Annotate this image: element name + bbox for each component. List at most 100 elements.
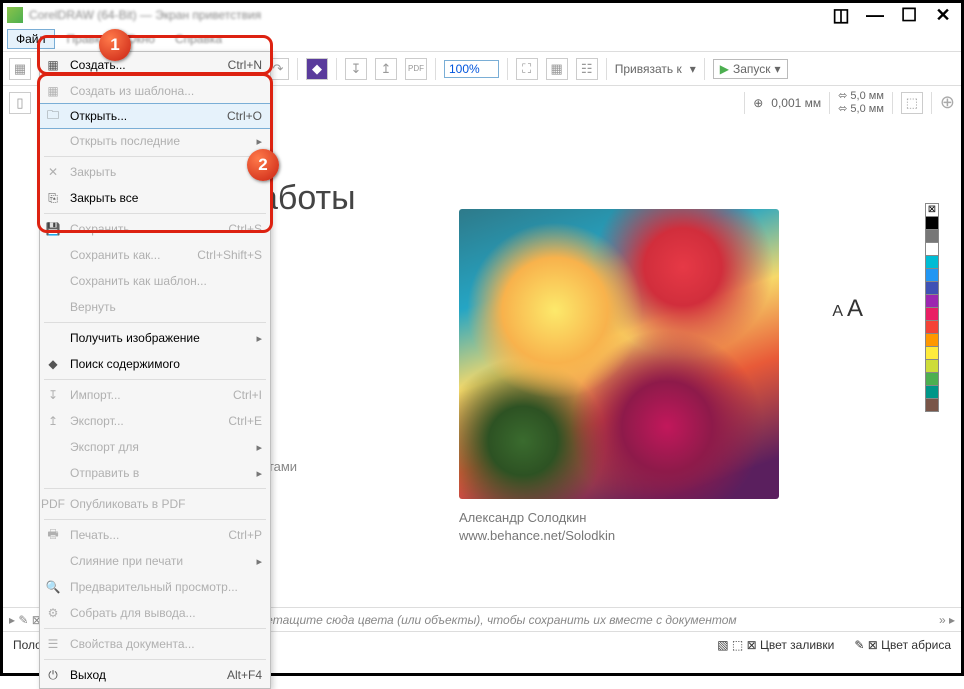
launch-button[interactable]: ▶ Запуск ▾ xyxy=(713,59,788,79)
menu-item-icon xyxy=(44,329,62,347)
menu-file[interactable]: Файл xyxy=(7,29,55,49)
menu-item: ✕ Закрыть xyxy=(40,159,270,185)
menu-item[interactable]: ◆Поиск содержимого xyxy=(40,351,270,377)
menu-item[interactable]: ⎘Закрыть все xyxy=(40,185,270,211)
color-swatch[interactable] xyxy=(925,281,939,295)
menu-item: Слияние при печати xyxy=(40,548,270,574)
welcome-heading: аботы xyxy=(259,179,356,218)
menu-item: Вернуть xyxy=(40,294,270,320)
color-swatch[interactable] xyxy=(925,398,939,412)
color-swatch[interactable] xyxy=(925,372,939,386)
color-swatch[interactable] xyxy=(925,333,939,347)
minimize-button[interactable]: — xyxy=(867,7,883,23)
add-icon[interactable]: ⊕ xyxy=(940,92,955,113)
menu-item-label: Создать... xyxy=(70,58,220,72)
menu-item: ▦Создать из шаблона... xyxy=(40,78,270,104)
menu-item[interactable]: ▦ Создать... Ctrl+N xyxy=(40,52,270,78)
guides-icon[interactable]: ☷ xyxy=(576,58,598,80)
menu-item-label: Сохранить... xyxy=(70,222,220,236)
menu-item: ☰Свойства документа... xyxy=(40,631,270,657)
menu-item-icon xyxy=(44,552,62,570)
dup-x[interactable]: 5,0 мм xyxy=(850,90,883,102)
color-swatch[interactable] xyxy=(925,359,939,373)
color-swatch[interactable] xyxy=(925,385,939,399)
nudge-input[interactable]: 0,001 мм xyxy=(771,96,821,110)
menu-item-label: Закрыть xyxy=(70,165,262,179)
artwork-author: Александр Солодкин xyxy=(459,509,615,527)
menu-item-icon: PDF xyxy=(44,495,62,513)
import-icon[interactable]: ↧ xyxy=(345,58,367,80)
menu-item-label: Поиск содержимого xyxy=(70,357,262,371)
callout-1: 1 xyxy=(99,29,131,61)
menu-item-icon: ⎘ xyxy=(44,189,62,207)
menu-item[interactable]: 🗀 Открыть... Ctrl+O xyxy=(39,103,271,129)
menu-item-label: Опубликовать в PDF xyxy=(70,497,262,511)
menu-item-label: Открыть... xyxy=(70,109,219,123)
menu-item-icon: 🔍 xyxy=(44,578,62,596)
color-swatch[interactable] xyxy=(925,268,939,282)
menu-item-icon: ☰ xyxy=(44,635,62,653)
menu-item-icon xyxy=(44,464,62,482)
menu-item-shortcut: Ctrl+I xyxy=(233,388,262,402)
pdf-icon[interactable]: PDF xyxy=(405,58,427,80)
color-swatch[interactable] xyxy=(925,255,939,269)
menu-item[interactable]: ⏻ВыходAlt+F4 xyxy=(40,662,270,688)
page-icon[interactable]: ▯ xyxy=(9,92,31,114)
menu-item-label: Слияние при печати xyxy=(70,554,248,568)
menu-item: 💾Сохранить...Ctrl+S xyxy=(40,216,270,242)
snap-dropdown[interactable]: ▾ xyxy=(690,62,696,76)
menu-item-shortcut: Ctrl+S xyxy=(228,222,262,236)
menu-item: Экспорт для xyxy=(40,434,270,460)
zoom-input[interactable]: 100% xyxy=(444,60,499,78)
color-swatch[interactable] xyxy=(925,320,939,334)
fullscreen-icon[interactable]: ⛶ xyxy=(516,58,538,80)
fill-indicator[interactable]: ▧ ⬚ ⊠ Цвет заливки xyxy=(717,638,834,652)
menu-item-icon: 🗀 xyxy=(44,107,62,125)
nudge-icon: ⊕ xyxy=(753,96,763,110)
color-swatch[interactable] xyxy=(925,307,939,321)
menu-item: 🔍Предварительный просмотр... xyxy=(40,574,270,600)
menu-item-shortcut: Ctrl+E xyxy=(228,414,262,428)
maximize-button[interactable]: ☐ xyxy=(901,7,917,23)
menu-item-shortcut: Ctrl+Shift+S xyxy=(197,248,262,262)
no-color-swatch[interactable]: ⊠ xyxy=(925,203,939,217)
file-menu[interactable]: ▦Создать...Ctrl+N▦Создать из шаблона...🗀… xyxy=(39,51,271,689)
menu-item[interactable]: Получить изображение xyxy=(40,325,270,351)
menu-item-icon: ✕ xyxy=(44,163,62,181)
menu-blur[interactable]: Справка xyxy=(167,30,230,48)
color-palette[interactable]: ⊠ xyxy=(925,203,941,411)
color-swatch[interactable] xyxy=(925,216,939,230)
menu-item-label: Отправить в xyxy=(70,466,248,480)
color-swatch[interactable] xyxy=(925,242,939,256)
callout-2: 2 xyxy=(247,149,279,181)
title-text: CorelDRAW (64-Bit) — Экран приветствия xyxy=(29,8,833,22)
menu-item: ↧Импорт...Ctrl+I xyxy=(40,382,270,408)
menu-item: ⚙Собрать для вывода... xyxy=(40,600,270,626)
close-button[interactable]: ✕ xyxy=(935,7,951,23)
titlebar: CorelDRAW (64-Bit) — Экран приветствия ◫… xyxy=(3,3,961,27)
artwork-caption: Александр Солодкин www.behance.net/Solod… xyxy=(459,509,615,545)
search-content-icon[interactable]: ◆ xyxy=(306,58,328,80)
bbox-icon[interactable]: ⬚ xyxy=(901,92,923,114)
color-swatch[interactable] xyxy=(925,294,939,308)
menu-item-icon: ↥ xyxy=(44,412,62,430)
text-size-sample: A A xyxy=(832,295,863,323)
account-icon[interactable]: ◫ xyxy=(833,7,849,23)
submenu-arrow-icon xyxy=(256,440,262,454)
new-icon[interactable]: ▦ xyxy=(9,58,31,80)
menu-item-icon: ▦ xyxy=(44,56,62,74)
submenu-arrow-icon xyxy=(256,331,262,345)
menu-item-shortcut: Ctrl+N xyxy=(228,58,262,72)
color-swatch[interactable] xyxy=(925,346,939,360)
color-swatch[interactable] xyxy=(925,229,939,243)
grid-icon[interactable]: ▦ xyxy=(546,58,568,80)
dup-y[interactable]: 5,0 мм xyxy=(850,103,883,115)
menu-item-label: Экспорт для xyxy=(70,440,248,454)
artwork-link[interactable]: www.behance.net/Solodkin xyxy=(459,527,615,545)
outline-indicator[interactable]: ✎ ⊠ Цвет абриса xyxy=(854,638,951,652)
app-icon xyxy=(7,7,23,23)
menu-item-shortcut: Ctrl+O xyxy=(227,109,262,123)
menu-item-label: Экспорт... xyxy=(70,414,220,428)
export-icon[interactable]: ↥ xyxy=(375,58,397,80)
menu-item-label: Импорт... xyxy=(70,388,225,402)
